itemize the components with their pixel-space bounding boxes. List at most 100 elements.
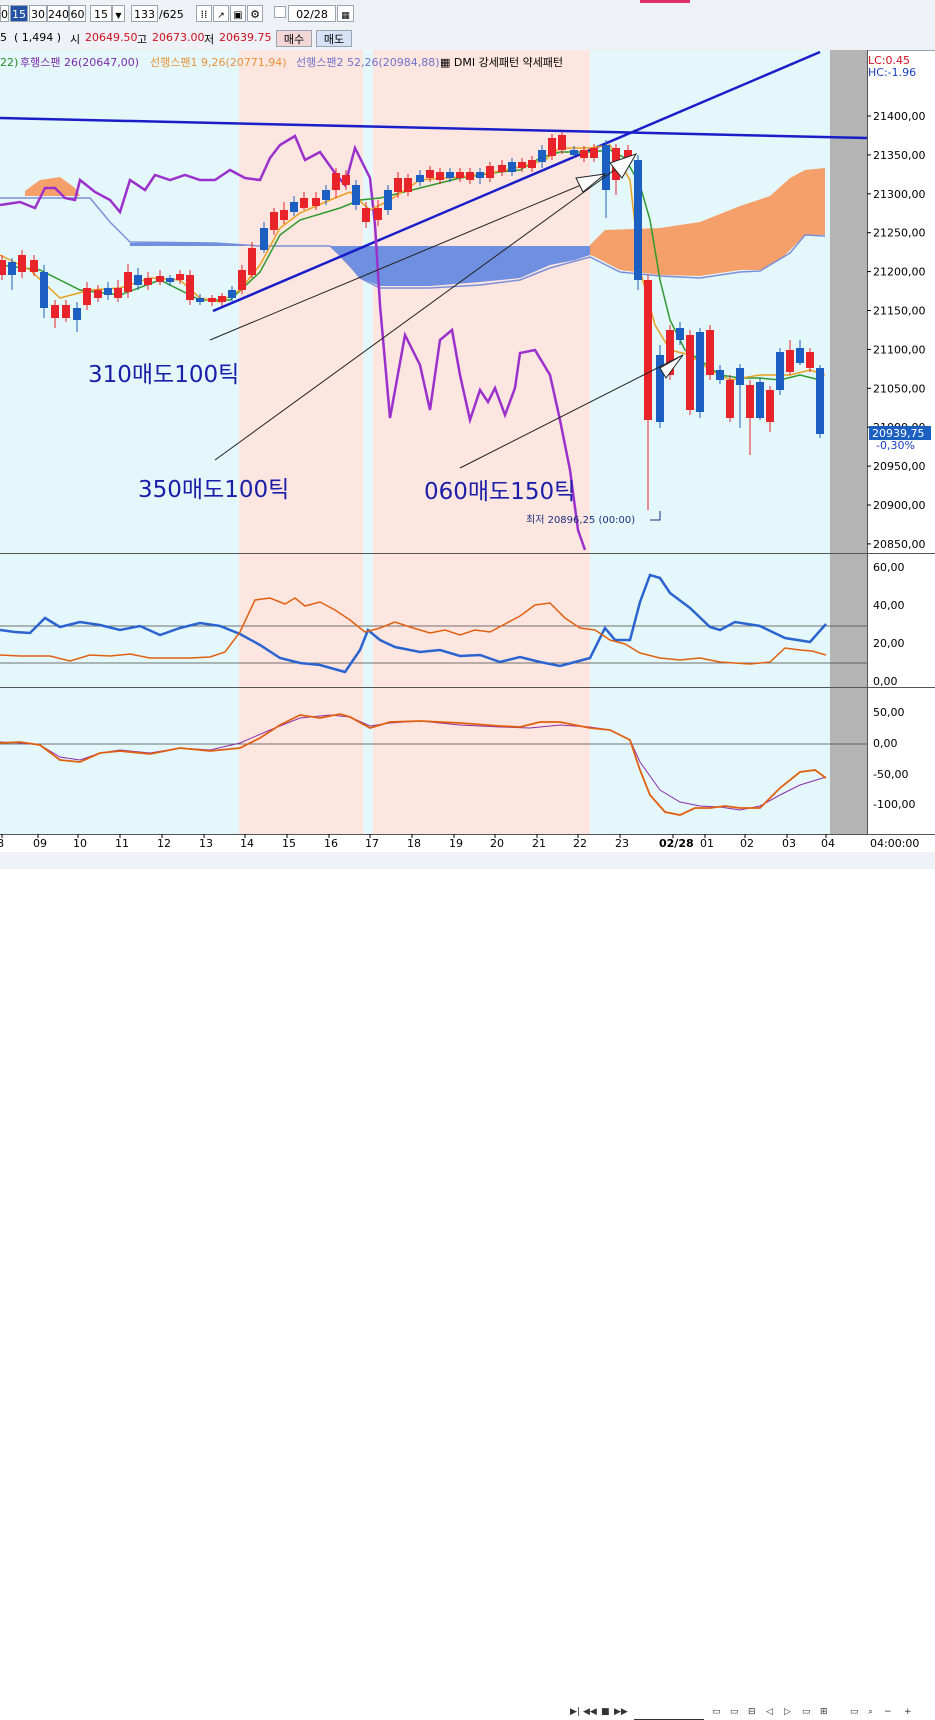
dmi-tick-label: 0,00: [873, 675, 898, 688]
candle-body: [156, 276, 164, 282]
stop-icon[interactable]: ■: [601, 1706, 610, 1719]
candle-body: [736, 368, 744, 385]
candle-body: [362, 208, 370, 222]
date-checkbox[interactable]: [274, 6, 286, 18]
scroll-back-icon[interactable]: ◀◀: [583, 1706, 597, 1719]
scroll-slider[interactable]: [634, 1706, 704, 1720]
candle-body: [518, 162, 526, 168]
candle-body: [476, 172, 484, 178]
candle-body: [176, 274, 184, 280]
scroll-first-icon[interactable]: ▶|: [570, 1706, 580, 1719]
candle-body: [528, 160, 536, 168]
candle-body: [796, 348, 804, 363]
layout-icon[interactable]: ▭: [850, 1706, 859, 1719]
lowest-price-label: 최저 20896,25 (00:00): [526, 514, 635, 526]
time-tick-label: 18: [407, 837, 421, 850]
toggle-candles-button[interactable]: ⁞⁞: [196, 5, 212, 22]
time-tick-label: 10: [73, 837, 87, 850]
candle-body: [806, 352, 814, 368]
candle-body: [498, 165, 506, 172]
candle-body: [416, 175, 424, 182]
time-tick-label: 15: [282, 837, 296, 850]
candle-body: [538, 150, 546, 162]
save-button[interactable]: ▣: [230, 5, 246, 22]
period-button-240[interactable]: 240: [47, 5, 69, 22]
price-tick-label: 21350,00: [873, 149, 926, 162]
settings-button[interactable]: ⚙: [247, 5, 263, 22]
candle-body: [18, 255, 26, 272]
candle-body: [746, 385, 754, 418]
macd-tick-label: 50,00: [873, 706, 905, 719]
chart-area[interactable]: 22) 후행스팬 26(20647,00) 선행스팬1 9,26(20771,9…: [0, 50, 935, 869]
chart-svg[interactable]: 22) 후행스팬 26(20647,00) 선행스팬1 9,26(20771,9…: [0, 50, 935, 869]
time-tick-label: 19: [449, 837, 463, 850]
interval-input[interactable]: 15: [90, 5, 112, 22]
candle-body: [124, 272, 132, 292]
period-button-15[interactable]: 15: [10, 5, 28, 22]
macd-tick-label: 0,00: [873, 737, 898, 750]
price-tick-label: 20950,00: [873, 460, 926, 473]
candle-body: [218, 296, 226, 302]
zoom-out-icon[interactable]: −: [884, 1706, 892, 1719]
candle-body: [238, 270, 246, 290]
calendar-button[interactable]: ▦: [337, 5, 354, 22]
quote-volume: ( 1,494 ): [14, 31, 62, 44]
time-tick-label: 8: [0, 837, 4, 850]
period-button-60[interactable]: 60: [69, 5, 86, 22]
time-tick-label: 09: [33, 837, 47, 850]
candle-body: [104, 288, 112, 295]
candle-body: [716, 370, 724, 380]
time-tick-label: 17: [365, 837, 379, 850]
candle-body: [696, 332, 704, 412]
candle-body: [73, 308, 81, 320]
left-icon[interactable]: ◁: [766, 1706, 773, 1719]
count-input[interactable]: 133: [131, 5, 158, 22]
candle-body: [446, 172, 454, 178]
price-tick-label: 21050,00: [873, 382, 926, 395]
trend-icon: ↗: [217, 11, 225, 21]
macd-tick-label: -50,00: [873, 768, 908, 781]
sell-button[interactable]: 매도: [316, 30, 352, 47]
time-tick-label: 01: [700, 837, 714, 850]
candle-body: [290, 202, 298, 212]
interval-dropdown-button[interactable]: ▼: [112, 5, 125, 22]
right-icon[interactable]: ▷: [784, 1706, 791, 1719]
candle-body: [0, 260, 6, 275]
price-tick-label: 21150,00: [873, 305, 926, 318]
toggle-trend-button[interactable]: ↗: [213, 5, 229, 22]
price-tick-label: 21100,00: [873, 343, 926, 356]
period-button-0[interactable]: 0: [0, 5, 9, 22]
date-input[interactable]: 02/28: [288, 5, 336, 22]
highlight-zone-2: [373, 50, 590, 834]
zoom-in-box-icon[interactable]: ▭: [712, 1706, 721, 1719]
candle-body: [280, 210, 288, 220]
candle-body: [322, 190, 330, 200]
time-tick-label: 20: [490, 837, 504, 850]
time-tick-label: 04: [821, 837, 835, 850]
split-icon[interactable]: ⊞: [820, 1706, 828, 1719]
time-tick-label: 02: [740, 837, 754, 850]
candle-body: [260, 228, 268, 250]
time-tick-label: 16: [324, 837, 338, 850]
zoom-in-icon[interactable]: +: [904, 1706, 912, 1719]
candle-body: [384, 190, 392, 210]
annotation-310: 310매도100틱: [88, 362, 239, 388]
candle-body: [30, 260, 38, 272]
candle-body: [352, 185, 360, 205]
buy-button[interactable]: 매수: [276, 30, 312, 47]
chevron-down-icon: ▼: [115, 11, 122, 20]
magnify-icon[interactable]: ⌕: [868, 1706, 873, 1719]
period-button-30[interactable]: 30: [29, 5, 47, 22]
chart-navigation-bar: ▶| ◀◀ ■ ▶▶ ▭ ▭ ⊟ ◁ ▷ ▭ ⊞ ▭ ⌕ − +: [0, 852, 935, 1720]
zoom-out-box-icon[interactable]: ▭: [730, 1706, 739, 1719]
legend-dmi-label: DMI 강세패턴 약세패턴: [454, 55, 563, 69]
candle-body: [548, 138, 556, 156]
candle-body: [114, 288, 122, 298]
candle-body: [816, 368, 824, 434]
macd-tick-label: -100,00: [873, 798, 915, 811]
high-label: 고: [137, 33, 148, 46]
time-axis: 8 09 10 11 12 13 14 15 16 17 18 19 20 21 22 23 02/28 01 02…: [0, 834, 835, 850]
scroll-forward-icon[interactable]: ▶▶: [614, 1706, 628, 1719]
fit-icon[interactable]: ⊟: [748, 1706, 756, 1719]
panel-icon[interactable]: ▭: [802, 1706, 811, 1719]
